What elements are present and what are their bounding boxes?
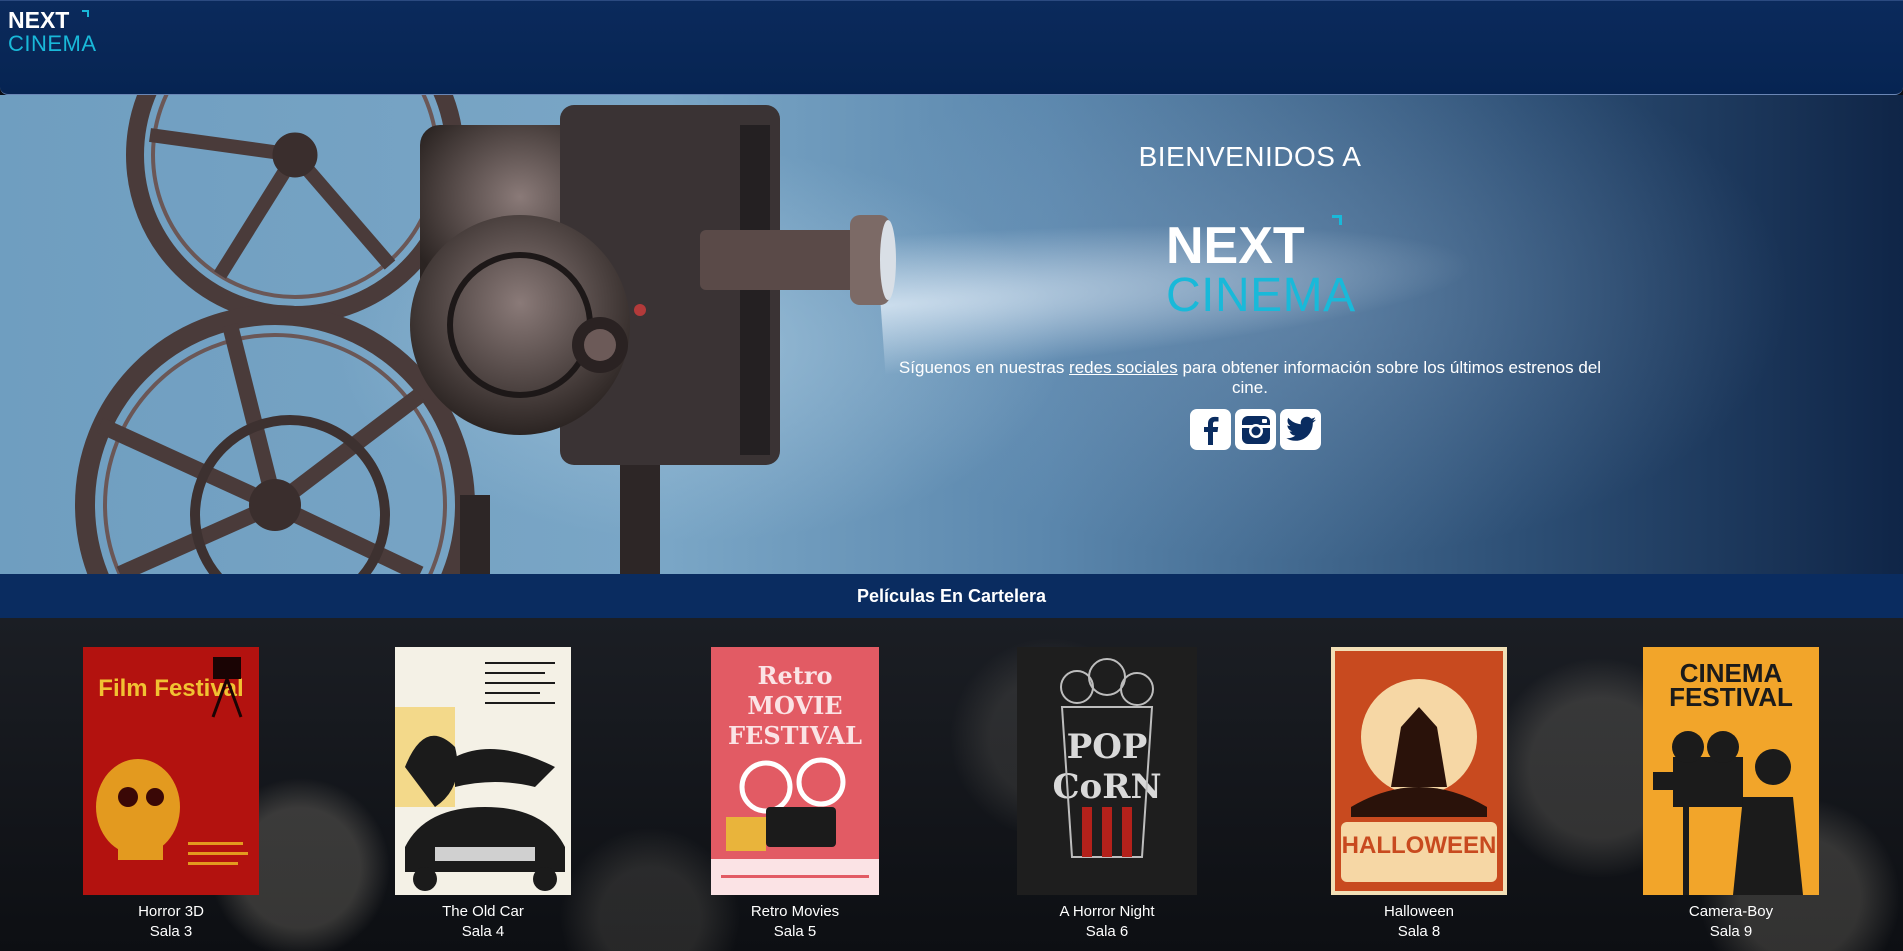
social-buttons (1190, 409, 1330, 451)
facebook-icon (1203, 416, 1218, 445)
social-networks-link[interactable]: redes sociales (1069, 358, 1178, 377)
twitter-icon (1285, 416, 1316, 441)
movie-card[interactable]: HALLOWEEN Halloween Sala 8 (1319, 647, 1519, 942)
skull-illustration-icon (96, 657, 248, 865)
film-projector-image (75, 95, 896, 574)
hero-logo: NEXT CINEMA (1166, 215, 1356, 322)
logo-tick-icon (82, 10, 89, 17)
movie-poster[interactable]: HALLOWEEN (1331, 647, 1507, 895)
tagline: Síguenos en nuestras redes sociales para… (890, 358, 1610, 398)
tagline-text-after: para obtener información sobre los últim… (1177, 358, 1602, 397)
projector-illustration-icon (711, 757, 879, 895)
hero-banner: BIENVENIDOS A NEXT CINEMA Síguenos en nu… (0, 95, 1903, 574)
now-showing-heading: Películas En Cartelera (0, 574, 1903, 618)
camera-operator-illustration-icon (1653, 731, 1803, 895)
poster-caption: HALLOWEEN (1341, 832, 1497, 859)
movie-room: Sala 6 (1085, 923, 1129, 940)
movie-card[interactable]: CINEMA FESTIVAL Camera-Boy Sala 9 (1631, 647, 1831, 942)
movie-title: Halloween (1383, 903, 1455, 920)
movie-card[interactable]: The Old Car Sala 4 (383, 647, 583, 942)
movie-room: Sala 4 (461, 923, 505, 940)
movie-room: Sala 9 (1709, 923, 1753, 940)
top-navbar: NEXT CINEMA (0, 0, 1903, 95)
movie-list: Film Festival Horror 3D Sala 3 The Old C… (0, 618, 1903, 951)
movie-title: Retro Movies (750, 903, 840, 920)
old-car-illustration-icon (395, 662, 565, 891)
hero-logo-next-text: NEXT (1166, 217, 1305, 275)
movie-poster[interactable]: CINEMA FESTIVAL (1643, 647, 1819, 895)
movie-poster[interactable]: POP CoRN (1017, 647, 1197, 895)
hero-logo-cinema-text: CINEMA (1166, 269, 1356, 322)
movie-title: A Horror Night (1059, 903, 1155, 920)
facebook-button[interactable] (1190, 409, 1231, 450)
hero-logo-tick-icon (1332, 215, 1342, 225)
logo[interactable]: NEXT CINEMA (8, 9, 97, 55)
movie-poster[interactable] (395, 647, 571, 895)
movie-card[interactable]: Retro MOVIE FESTIVAL Retro Movies Sala 5 (695, 647, 895, 942)
movie-title: Horror 3D (138, 903, 204, 920)
movie-room: Sala 8 (1397, 923, 1441, 940)
welcome-heading: BIENVENIDOS A (1138, 141, 1362, 172)
movie-room: Sala 5 (773, 923, 817, 940)
popcorn-illustration-icon (1060, 658, 1154, 858)
instagram-icon (1241, 415, 1270, 444)
tagline-text-before: Síguenos en nuestras (898, 358, 1070, 377)
movie-title: The Old Car (442, 903, 524, 920)
movie-card[interactable]: POP CoRN A Horror Night Sala 6 (1007, 647, 1207, 942)
movie-title: Camera-Boy (1688, 903, 1774, 920)
twitter-button[interactable] (1280, 409, 1321, 450)
instagram-button[interactable] (1235, 409, 1276, 450)
movie-room: Sala 3 (149, 923, 193, 940)
logo-cinema-text: CINEMA (8, 31, 97, 56)
movie-card[interactable]: Film Festival Horror 3D Sala 3 (71, 647, 271, 942)
movie-poster[interactable]: Film Festival (83, 647, 259, 895)
movie-poster[interactable]: Retro MOVIE FESTIVAL (711, 647, 879, 895)
